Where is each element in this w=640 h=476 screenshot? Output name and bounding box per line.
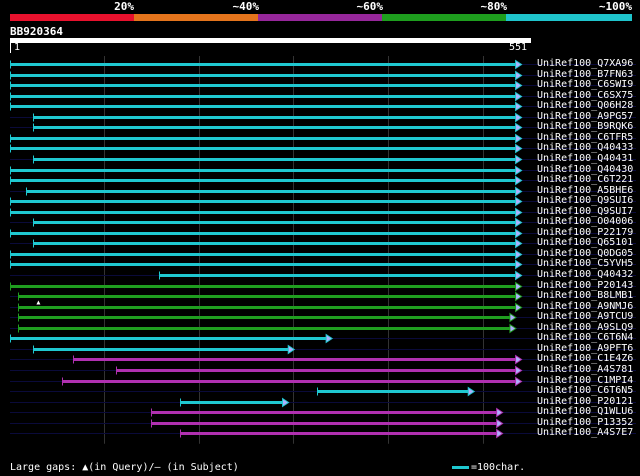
hit-end-arrow [515, 196, 523, 207]
hit-bar[interactable] [33, 242, 517, 245]
hit-end-arrow [515, 91, 523, 102]
hit-end-arrow [515, 302, 523, 313]
hit-bar[interactable] [10, 147, 517, 150]
hit-label[interactable]: UniRef100_C6T221 [537, 175, 633, 185]
hit-end-arrow [515, 207, 523, 218]
hit-end-arrow [515, 101, 523, 112]
hit-label[interactable]: UniRef100_Q06H28 [537, 101, 633, 111]
hit-bar[interactable] [10, 232, 517, 235]
hit-bar[interactable] [159, 274, 517, 277]
hit-bar[interactable] [10, 211, 517, 214]
hit-end-arrow [515, 376, 523, 387]
hit-end-arrow [509, 312, 517, 323]
hit-bar[interactable] [10, 179, 517, 182]
hit-end-arrow [515, 122, 523, 133]
hit-bar[interactable] [10, 84, 517, 87]
hit-bar[interactable] [10, 95, 517, 98]
hit-end-arrow [467, 386, 476, 397]
hit-end-arrow [515, 133, 523, 144]
hit-end-arrow [515, 143, 523, 154]
hit-end-arrow [515, 249, 523, 260]
hit-bar[interactable] [10, 169, 517, 172]
hit-end-arrow [515, 270, 523, 281]
hit-bar[interactable] [10, 137, 517, 140]
hit-bar[interactable] [10, 200, 517, 203]
hit-end-arrow [325, 333, 334, 344]
hit-label[interactable]: UniRef100_C6T6N5 [537, 386, 633, 396]
hit-end-arrow [515, 365, 523, 376]
hit-end-arrow [515, 281, 523, 292]
hit-end-arrow [515, 238, 523, 249]
hit-label[interactable]: UniRef100_O04006 [537, 217, 633, 227]
hit-bar[interactable] [26, 190, 517, 193]
hit-bar[interactable] [317, 390, 470, 393]
hit-label[interactable]: UniRef100_C1E4Z6 [537, 354, 633, 364]
hit-label[interactable]: UniRef100_A4S7E7 [537, 428, 633, 438]
hit-end-arrow [515, 59, 523, 70]
hit-end-arrow [515, 186, 523, 197]
scale-legend-swatch [452, 465, 469, 469]
hit-label[interactable]: UniRef100_Q1WLU6 [537, 407, 633, 417]
hit-end-arrow [515, 291, 523, 302]
hit-bar[interactable] [10, 63, 517, 66]
hit-end-arrow [496, 428, 504, 439]
hit-label[interactable]: UniRef100_B8LMB1 [537, 291, 633, 301]
hit-end-arrow [515, 175, 523, 186]
hit-label[interactable]: UniRef100_C6T6N4 [537, 333, 633, 343]
scale-legend-text: =100char. [471, 462, 526, 473]
hit-bar[interactable] [33, 221, 517, 224]
hit-bar[interactable] [33, 348, 290, 351]
hit-end-arrow [509, 323, 517, 334]
hit-bar[interactable] [116, 369, 517, 372]
hit-end-arrow [515, 354, 523, 365]
hit-label[interactable]: UniRef100_Q65101 [537, 238, 633, 248]
hit-bar[interactable] [18, 306, 517, 309]
hit-bar[interactable] [18, 316, 511, 319]
hit-label[interactable]: UniRef100_Q9SUI6 [537, 196, 633, 206]
hit-label[interactable]: UniRef100_Q40432 [537, 270, 633, 280]
hit-bar[interactable] [151, 411, 498, 414]
hit-bar[interactable] [10, 263, 517, 266]
hit-end-arrow [515, 165, 523, 176]
hit-bar[interactable] [151, 422, 498, 425]
hit-label[interactable]: UniRef100_Q40431 [537, 154, 633, 164]
hit-bar[interactable] [10, 105, 517, 108]
query-gap-marker [36, 300, 41, 305]
hit-bar[interactable] [62, 380, 517, 383]
hit-end-arrow [496, 407, 504, 418]
hit-bar[interactable] [10, 253, 517, 256]
hit-label[interactable]: UniRef100_C5YVH5 [537, 259, 633, 269]
gap-legend: Large gaps: ▲(in Query)/– (in Subject) [10, 462, 239, 473]
hit-end-arrow [515, 154, 523, 165]
hit-end-arrow [515, 228, 523, 239]
hit-label[interactable]: UniRef100_A9TCU9 [537, 312, 633, 322]
hit-bar[interactable] [18, 327, 511, 330]
hit-bar[interactable] [10, 74, 517, 77]
hit-end-arrow [282, 397, 290, 408]
hit-end-arrow [515, 80, 523, 91]
hit-end-arrow [496, 418, 504, 429]
hit-end-arrow [515, 217, 523, 228]
hit-label[interactable]: UniRef100_A4S781 [537, 365, 633, 375]
hit-bar[interactable] [33, 116, 517, 119]
hit-bar[interactable] [10, 337, 328, 340]
hit-end-arrow [515, 112, 523, 123]
hit-bar[interactable] [18, 295, 517, 298]
hit-label[interactable]: UniRef100_C6SWI9 [537, 80, 633, 90]
hit-bar[interactable] [73, 358, 517, 361]
hit-label[interactable]: UniRef100_Q40433 [537, 143, 633, 153]
hit-end-arrow [515, 259, 523, 270]
hit-bar[interactable] [10, 285, 517, 288]
hit-bar[interactable] [180, 401, 284, 404]
hit-label[interactable]: UniRef100_B9RQK6 [537, 122, 633, 132]
hit-bar[interactable] [33, 158, 517, 161]
hit-bar[interactable] [180, 432, 498, 435]
scale-legend: =100char. [452, 462, 525, 474]
hit-label[interactable]: UniRef100_Q7XA96 [537, 59, 633, 69]
hit-end-arrow [515, 70, 523, 81]
hit-bar[interactable] [33, 126, 517, 129]
